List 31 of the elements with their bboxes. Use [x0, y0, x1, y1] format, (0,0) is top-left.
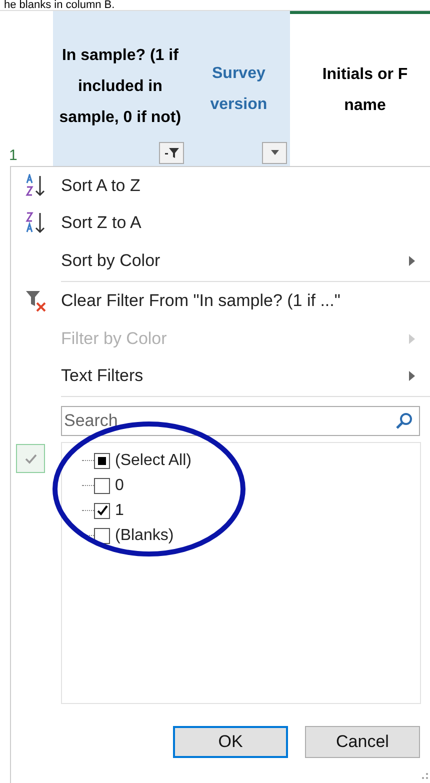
search-icon — [395, 412, 413, 430]
checkmark-icon — [16, 444, 45, 473]
header-text: Survey version — [209, 64, 268, 114]
filter-button[interactable] — [159, 142, 184, 164]
checkbox[interactable] — [94, 528, 110, 544]
menu-item[interactable]: Sort Z to A — [11, 204, 430, 242]
column-header[interactable]: In sample? (1 if included in sample, 0 if not) — [52, 11, 188, 166]
clear-filter-icon — [24, 289, 48, 314]
menu-item[interactable]: Clear Filter From "In sample? (1 if ..." — [11, 282, 430, 320]
value-label: (Select All) — [115, 452, 192, 470]
search-field[interactable]: Search — [61, 406, 420, 436]
checkbox[interactable] — [94, 502, 110, 518]
menu-item[interactable]: Sort A to Z — [11, 167, 430, 204]
checkbox[interactable] — [94, 478, 110, 494]
value-label: 0 — [115, 476, 124, 494]
value-label: (Blanks) — [115, 526, 174, 544]
dropdown-arrow-icon — [270, 150, 280, 156]
checkbox[interactable] — [94, 452, 110, 468]
value-label: 1 — [115, 502, 124, 520]
caption-text: he blanks in column B. — [3, 0, 116, 10]
filter-icon — [164, 147, 179, 159]
row-number: 1 — [9, 147, 18, 164]
ok-button[interactable]: OK — [173, 726, 288, 758]
column-header[interactable]: Survey version — [187, 11, 290, 166]
resize-grip-icon[interactable] — [421, 772, 429, 782]
cancel-button[interactable]: Cancel — [305, 726, 420, 758]
header-text: In sample? (1 if included in sample, 0 if not) — [59, 46, 182, 128]
header-text: Initials or F name — [321, 65, 409, 116]
menu-item[interactable]: Sort by Color — [11, 242, 430, 280]
dropdown-button[interactable] — [262, 142, 287, 164]
menu-item[interactable]: Text Filters — [11, 358, 430, 395]
